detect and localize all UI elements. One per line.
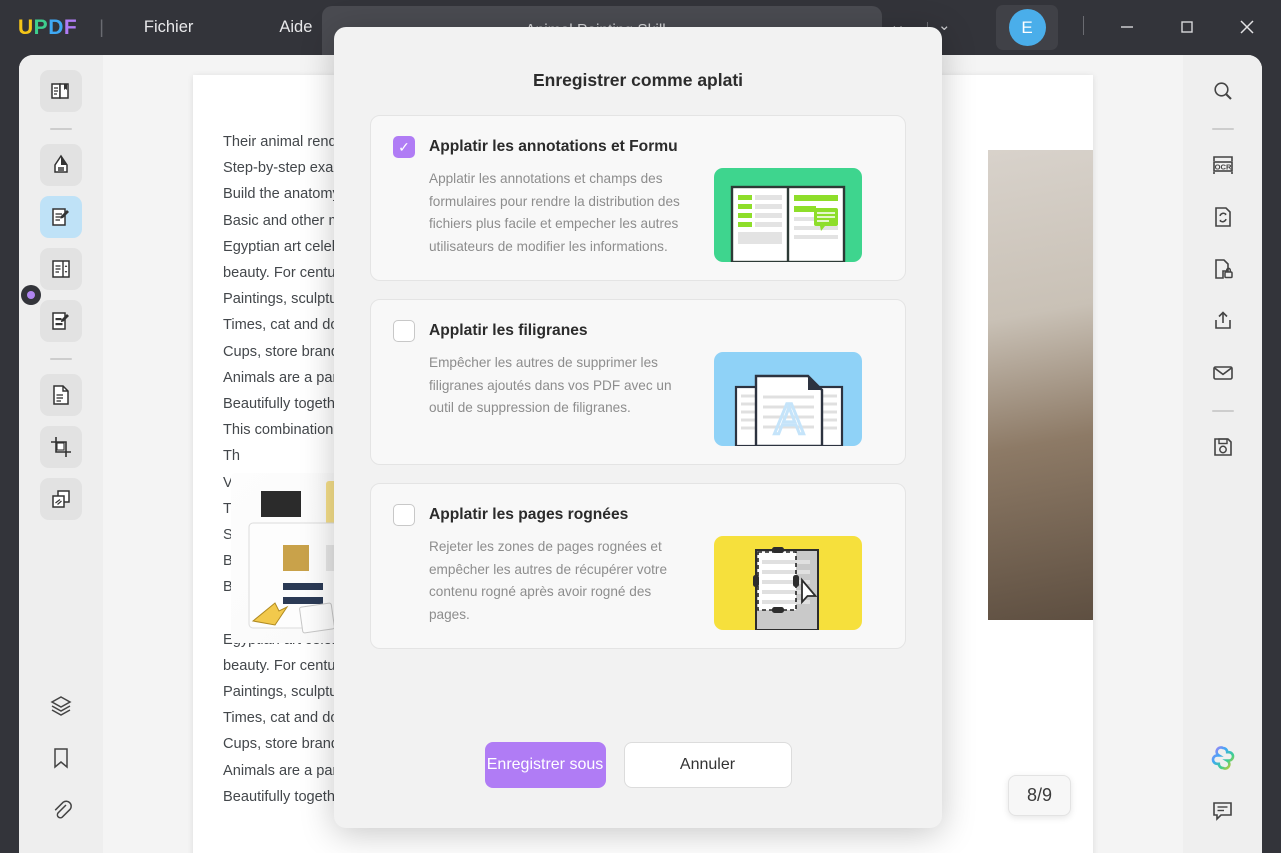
- option-header: Applatir les filigranes: [393, 320, 883, 342]
- option-body: Applatir les annotations et champs des f…: [393, 168, 883, 262]
- option-flatten-annotations[interactable]: Applatir les annotations et Formu Applat…: [370, 115, 906, 281]
- flatten-save-dialog: Enregistrer comme aplati Applatir les an…: [334, 27, 942, 828]
- dialog-actions: Enregistrer sous Annuler: [334, 742, 942, 828]
- option-description: Applatir les annotations et champs des f…: [429, 171, 680, 254]
- option-flatten-cropped-pages[interactable]: Applatir les pages rognées Rejeter les z…: [370, 483, 906, 649]
- option-title: Applatir les pages rognées: [429, 506, 629, 523]
- updf-application-window: U P D F | Fichier Aide Animal Painting S…: [0, 0, 1281, 853]
- flatten-watermarks-thumb: A: [714, 352, 862, 446]
- cancel-button[interactable]: Annuler: [623, 742, 792, 788]
- option-title: Applatir les filigranes: [429, 322, 588, 339]
- option-description: Empêcher les autres de supprimer les fil…: [429, 355, 672, 415]
- flatten-annotations-thumb: [714, 168, 862, 262]
- modal-overlay: Enregistrer comme aplati Applatir les an…: [0, 0, 1281, 853]
- option-flatten-watermarks[interactable]: Applatir les filigranes Empêcher les aut…: [370, 299, 906, 465]
- option-header: Applatir les annotations et Formu: [393, 136, 883, 158]
- checkbox-flatten-annotations[interactable]: [393, 136, 415, 158]
- dialog-title: Enregistrer comme aplati: [532, 70, 744, 90]
- options-list: Applatir les annotations et Formu Applat…: [334, 101, 942, 649]
- option-title: Applatir les annotations et Formu: [429, 138, 678, 155]
- svg-text:A: A: [774, 395, 804, 444]
- option-description: Rejeter les zones de pages rognées et em…: [429, 539, 668, 622]
- checkbox-flatten-watermarks[interactable]: [393, 320, 415, 342]
- option-body: Empêcher les autres de supprimer les fil…: [393, 352, 883, 446]
- checkbox-flatten-cropped-pages[interactable]: [393, 504, 415, 526]
- option-body: Rejeter les zones de pages rognées et em…: [393, 536, 883, 630]
- flatten-cropped-pages-thumb: [714, 536, 862, 630]
- save-as-button[interactable]: Enregistrer sous: [484, 742, 606, 788]
- option-header: Applatir les pages rognées: [393, 504, 883, 526]
